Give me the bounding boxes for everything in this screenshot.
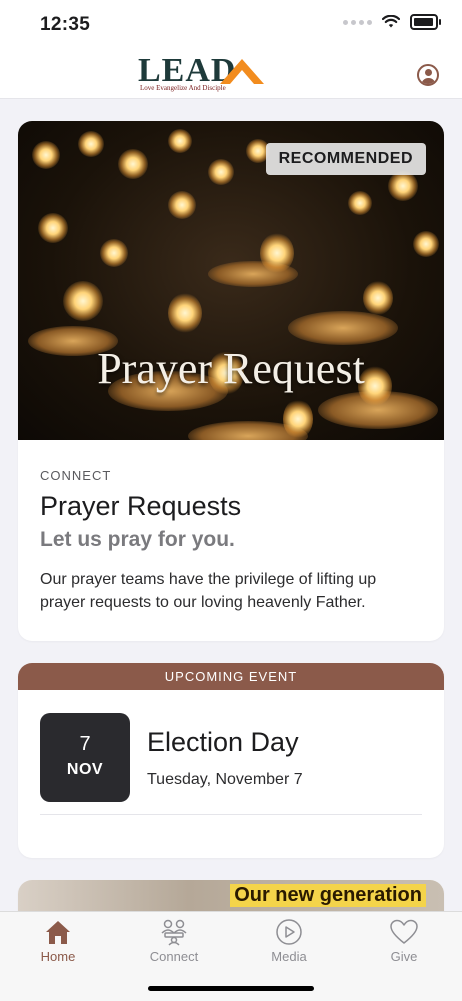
event-date-text: Tuesday, November 7 (147, 771, 303, 788)
lead-logo[interactable]: LEAD Love Evangelize And Disciple (138, 53, 328, 95)
tab-connect-label: Connect (149, 949, 199, 964)
featured-card-prayer-requests[interactable]: RECOMMENDED Prayer Request CONNECT Praye… (18, 121, 444, 641)
next-card-image-text: Our new generation (230, 884, 426, 907)
logo-tagline: Love Evangelize And Disciple (140, 84, 226, 92)
home-icon (46, 921, 70, 944)
featured-card-body: CONNECT Prayer Requests Let us pray for … (40, 468, 422, 614)
image-caption: Prayer Request (97, 344, 365, 393)
status-time: 12:35 (40, 14, 91, 35)
tab-media[interactable]: Media (231, 918, 347, 964)
wifi-icon (382, 15, 400, 28)
status-icons (343, 14, 441, 30)
tab-give-label: Give (390, 949, 418, 964)
tab-home-label: Home (40, 949, 76, 964)
app-header: LEAD Love Evangelize And Disciple (0, 50, 462, 99)
card-subtitle: Let us pray for you. (40, 528, 235, 551)
upcoming-event-label: UPCOMING EVENT (18, 663, 444, 690)
tab-give[interactable]: Give (346, 918, 462, 964)
event-title: Election Day (147, 727, 299, 757)
status-bar: 12:35 (0, 0, 462, 50)
upcoming-event-card[interactable]: UPCOMING EVENT 7 NOV Election Day Tuesda… (18, 663, 444, 858)
event-date-box: 7 NOV (40, 713, 130, 802)
cellular-signal-icon (343, 19, 372, 25)
event-day: 7 (79, 733, 91, 755)
divider (40, 814, 422, 815)
card-description: Our prayer teams have the privilege of l… (40, 571, 377, 611)
battery-icon (410, 14, 441, 30)
card-title: Prayer Requests (40, 491, 242, 521)
play-circle-icon (276, 919, 302, 945)
tab-home[interactable]: Home (0, 918, 116, 964)
connect-people-icon (161, 919, 187, 946)
recommended-badge: RECOMMENDED (265, 143, 426, 175)
card-category: CONNECT (40, 468, 112, 483)
heart-icon (390, 919, 418, 944)
prayer-request-image: RECOMMENDED Prayer Request (18, 121, 444, 440)
tab-connect[interactable]: Connect (116, 918, 232, 964)
home-indicator[interactable] (148, 986, 314, 991)
profile-icon[interactable] (417, 64, 439, 86)
event-month: NOV (66, 761, 104, 778)
logo-roof-icon (220, 59, 264, 84)
tab-media-label: Media (271, 949, 307, 964)
